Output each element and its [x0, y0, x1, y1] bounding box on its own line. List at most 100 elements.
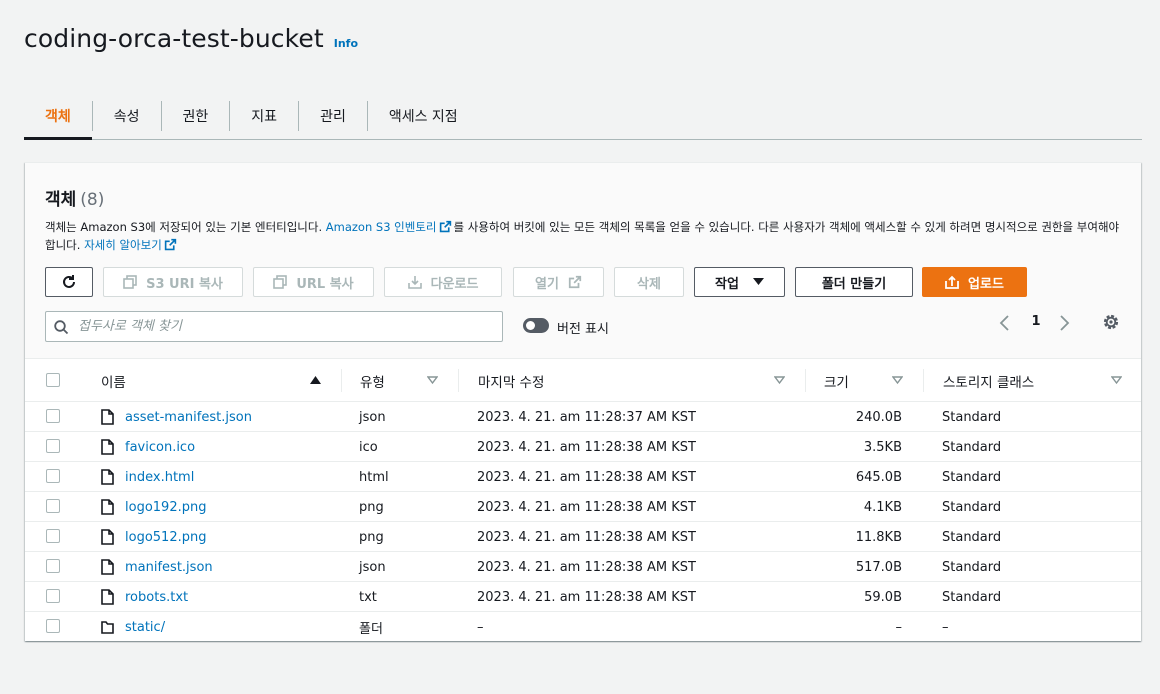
- search-icon: [54, 320, 69, 335]
- search-input[interactable]: [78, 317, 488, 336]
- tab-bar: 객체 속성 권한 지표 관리 액세스 지점: [24, 92, 1142, 140]
- tab-permissions[interactable]: 권한: [162, 92, 230, 139]
- column-header-type[interactable]: 유형: [360, 359, 385, 402]
- object-size: 11.8KB: [855, 529, 902, 545]
- tab-metrics[interactable]: 지표: [230, 92, 298, 139]
- object-name-link[interactable]: index.html: [125, 462, 194, 492]
- column-header-name[interactable]: 이름: [101, 359, 126, 402]
- object-storage-class: Standard: [942, 499, 1002, 515]
- panel-description: 객체는 Amazon S3에 저장되어 있는 기본 엔터티입니다. Amazon…: [45, 218, 1120, 254]
- column-divider: [458, 369, 459, 392]
- row-checkbox[interactable]: [46, 619, 60, 633]
- column-header-storage-class[interactable]: 스토리지 클래스: [943, 359, 1034, 402]
- sort-descending-icon[interactable]: [892, 374, 903, 386]
- row-checkbox[interactable]: [46, 529, 60, 543]
- upload-label: 업로드: [968, 276, 1004, 292]
- refresh-button[interactable]: [45, 267, 93, 297]
- objects-panel: 객체 (8) 객체는 Amazon S3에 저장되어 있는 기본 엔터티입니다. …: [25, 162, 1141, 641]
- table-row: logo512.png png 2023. 4. 21. am 11:28:38…: [25, 522, 1141, 552]
- file-icon: [101, 559, 114, 575]
- tab-properties[interactable]: 속성: [93, 92, 161, 139]
- current-page-number[interactable]: 1: [1030, 314, 1042, 329]
- object-storage-class: Standard: [942, 469, 1002, 485]
- row-checkbox[interactable]: [46, 499, 60, 513]
- column-divider: [805, 369, 806, 392]
- page-title: coding-orca-test-bucket: [24, 24, 324, 53]
- create-folder-button[interactable]: 폴더 만들기: [795, 267, 913, 297]
- sort-ascending-icon[interactable]: [310, 374, 321, 386]
- column-divider: [923, 369, 924, 392]
- object-type: ico: [359, 439, 378, 455]
- object-last-modified: 2023. 4. 21. am 11:28:38 AM KST: [477, 439, 696, 455]
- open-button[interactable]: 열기: [513, 267, 604, 297]
- copy-url-label: URL 복사: [296, 276, 354, 292]
- external-link-icon: [439, 220, 451, 233]
- delete-button[interactable]: 삭제: [614, 267, 684, 297]
- external-link-icon: [568, 275, 582, 289]
- object-name-link[interactable]: static/: [125, 612, 165, 642]
- object-name-link[interactable]: logo512.png: [125, 522, 206, 552]
- tab-access-points[interactable]: 액세스 지점: [368, 92, 479, 139]
- sort-descending-icon[interactable]: [774, 374, 785, 386]
- refresh-icon: [63, 275, 75, 288]
- learn-more-link[interactable]: 자세히 알아보기: [84, 238, 162, 252]
- info-link[interactable]: Info: [334, 37, 358, 50]
- copy-s3-uri-button[interactable]: S3 URI 복사: [103, 267, 243, 297]
- actions-dropdown[interactable]: 작업: [694, 267, 785, 297]
- select-all-checkbox[interactable]: [46, 373, 60, 387]
- row-checkbox[interactable]: [46, 469, 60, 483]
- table-row: favicon.ico ico 2023. 4. 21. am 11:28:38…: [25, 432, 1141, 462]
- tab-management[interactable]: 관리: [299, 92, 367, 139]
- objects-panel-header: 객체 (8) 객체는 Amazon S3에 저장되어 있는 기본 엔터티입니다. …: [25, 163, 1141, 359]
- object-name-link[interactable]: logo192.png: [125, 492, 206, 522]
- object-size: 4.1KB: [863, 499, 902, 515]
- copy-icon: [123, 275, 137, 289]
- object-name-link[interactable]: favicon.ico: [125, 432, 195, 462]
- row-checkbox[interactable]: [46, 409, 60, 423]
- object-type: png: [359, 529, 384, 545]
- description-text: 객체는 Amazon S3에 저장되어 있는 기본 엔터티입니다.: [45, 220, 326, 234]
- object-type: json: [359, 559, 386, 575]
- row-checkbox[interactable]: [46, 559, 60, 573]
- object-name-link[interactable]: manifest.json: [125, 552, 213, 582]
- object-storage-class: Standard: [942, 559, 1002, 575]
- previous-page-icon[interactable]: [998, 314, 1012, 332]
- download-button[interactable]: 다운로드: [384, 267, 502, 297]
- object-storage-class: –: [942, 619, 949, 635]
- file-icon: [101, 589, 114, 605]
- table-body: asset-manifest.json json 2023. 4. 21. am…: [25, 402, 1141, 642]
- tab-objects[interactable]: 객체: [24, 92, 92, 140]
- file-icon: [101, 439, 114, 455]
- object-storage-class: Standard: [942, 409, 1002, 425]
- file-icon: [101, 499, 114, 515]
- page-header: coding-orca-test-bucket Info: [24, 24, 358, 53]
- file-icon: [101, 469, 114, 485]
- column-header-size[interactable]: 크기: [824, 359, 849, 402]
- panel-title: 객체 (8): [45, 185, 104, 210]
- object-type: html: [359, 469, 389, 485]
- copy-url-button[interactable]: URL 복사: [253, 267, 374, 297]
- object-last-modified: 2023. 4. 21. am 11:28:38 AM KST: [477, 529, 696, 545]
- show-versions-toggle[interactable]: [523, 318, 549, 333]
- table-row: logo192.png png 2023. 4. 21. am 11:28:38…: [25, 492, 1141, 522]
- object-name-link[interactable]: robots.txt: [125, 582, 188, 612]
- row-checkbox[interactable]: [46, 589, 60, 603]
- file-icon: [101, 409, 114, 425]
- sort-descending-icon[interactable]: [1111, 374, 1122, 386]
- table-row: robots.txt txt 2023. 4. 21. am 11:28:38 …: [25, 582, 1141, 612]
- object-size: –: [895, 619, 903, 635]
- column-header-last-modified[interactable]: 마지막 수정: [478, 359, 544, 402]
- settings-gear-icon[interactable]: [1101, 312, 1121, 332]
- inventory-link[interactable]: Amazon S3 인벤토리: [326, 220, 437, 234]
- next-page-icon[interactable]: [1057, 314, 1071, 332]
- upload-button[interactable]: 업로드: [922, 267, 1027, 297]
- object-name-link[interactable]: asset-manifest.json: [125, 402, 252, 432]
- object-type: png: [359, 499, 384, 515]
- copy-s3-uri-label: S3 URI 복사: [146, 276, 223, 292]
- panel-title-text: 객체: [45, 190, 77, 210]
- actions-label: 작업: [715, 276, 739, 292]
- row-checkbox[interactable]: [46, 439, 60, 453]
- object-storage-class: Standard: [942, 439, 1002, 455]
- object-storage-class: Standard: [942, 529, 1002, 545]
- sort-descending-icon[interactable]: [427, 374, 438, 386]
